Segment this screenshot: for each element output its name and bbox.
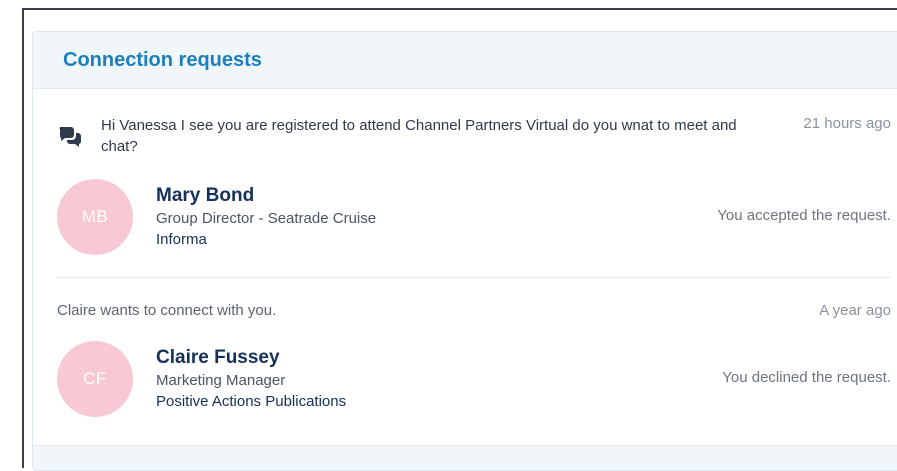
request-message-row: Hi Vanessa I see you are registered to a…: [57, 89, 891, 157]
request-time: A year ago: [819, 302, 891, 319]
avatar[interactable]: CF: [57, 341, 133, 417]
request-time: 21 hours ago: [803, 115, 891, 132]
panel-header: Connection requests: [33, 32, 897, 89]
requester-info: Claire Fussey Marketing Manager Positive…: [156, 347, 346, 412]
connection-request-1: Hi Vanessa I see you are registered to a…: [57, 89, 891, 255]
chat-bubbles-icon: [59, 127, 82, 147]
request-message-row: Claire wants to connect with you. A year…: [57, 278, 891, 319]
requester-row: CF Claire Fussey Marketing Manager Posit…: [57, 341, 891, 417]
panel-footer: [33, 445, 897, 470]
requester-row: MB Mary Bond Group Director - Seatrade C…: [57, 179, 891, 255]
request-message: Claire wants to connect with you.: [57, 302, 277, 319]
request-message: Hi Vanessa I see you are registered to a…: [101, 117, 737, 155]
connection-requests-panel: Connection requests Hi Vanessa I see you…: [32, 31, 897, 471]
request-status: You accepted the request.: [717, 207, 891, 224]
avatar[interactable]: MB: [57, 179, 133, 255]
requester-name[interactable]: Claire Fussey: [156, 347, 346, 369]
requester-company: Positive Actions Publications: [156, 392, 347, 410]
requester-role: Marketing Manager: [156, 371, 286, 389]
requester-company: Informa: [156, 230, 207, 248]
requester-info: Mary Bond Group Director - Seatrade Crui…: [156, 185, 376, 250]
panel-title: Connection requests: [63, 48, 262, 71]
request-status: You declined the request.: [722, 369, 891, 386]
connection-request-2: Claire wants to connect with you. A year…: [57, 278, 891, 417]
requester-role: Group Director - Seatrade Cruise: [156, 209, 377, 227]
requester-name[interactable]: Mary Bond: [156, 185, 376, 207]
